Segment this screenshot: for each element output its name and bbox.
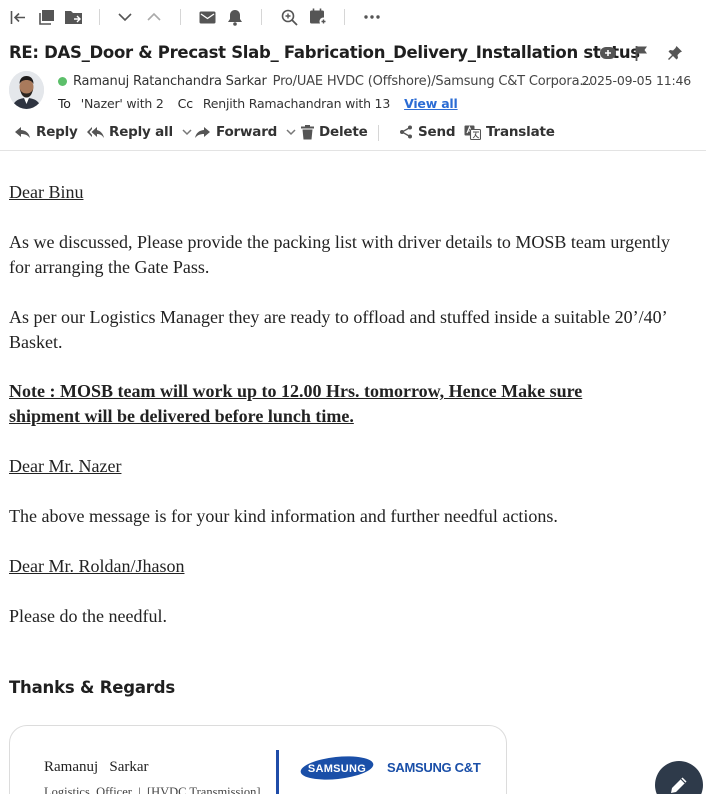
- sender-org: Pro/UAE HVDC (Offshore)/Samsung C&T Corp…: [272, 73, 592, 89]
- toolbar-divider: [344, 9, 345, 25]
- chevron-down-icon[interactable]: [182, 128, 192, 136]
- action-divider: [378, 125, 379, 141]
- body-paragraph: As per our Logistics Manager they are re…: [9, 307, 667, 352]
- email-date: 2025-09-05 11:46: [581, 73, 692, 88]
- send-button[interactable]: Send: [399, 121, 456, 143]
- body-paragraph: Please do the needful.: [9, 606, 167, 626]
- toolbar-divider: [180, 9, 181, 25]
- mail-icon[interactable]: [197, 8, 217, 26]
- recipients-row: To 'Nazer' with 2 Cc Renjith Ramachandra…: [58, 94, 458, 112]
- collapse-left-icon[interactable]: [8, 8, 28, 26]
- translate-icon: [464, 125, 481, 140]
- translate-button[interactable]: Translate: [464, 121, 555, 143]
- pencil-icon: [671, 777, 687, 793]
- reply-all-label: Reply all: [109, 124, 173, 140]
- signoff: Thanks & Regards: [9, 678, 175, 697]
- top-toolbar: [0, 0, 706, 34]
- share-icon: [400, 125, 412, 139]
- sender-name[interactable]: Ramanuj Ratanchandra Sarkar: [73, 74, 267, 89]
- greeting-nazer: Dear Mr. Nazer: [9, 456, 122, 476]
- trash-icon: [301, 124, 314, 139]
- forward-icon: [195, 126, 210, 138]
- translate-label: Translate: [486, 124, 555, 140]
- delete-button[interactable]: Delete: [301, 121, 368, 143]
- zoom-in-icon[interactable]: [279, 7, 299, 27]
- signature-divider: [276, 750, 279, 794]
- forward-label: Forward: [216, 124, 278, 140]
- move-folder-icon[interactable]: [63, 8, 85, 26]
- add-circle-icon[interactable]: [597, 43, 619, 63]
- to-label: To: [58, 95, 71, 111]
- samsung-logo-text: SAMSUNG: [308, 763, 366, 775]
- reply-all-button[interactable]: Reply all: [87, 121, 192, 143]
- cc-recipients[interactable]: Renjith Ramachandran with 13: [203, 96, 390, 111]
- toolbar-divider: [99, 9, 100, 25]
- chevron-down-icon[interactable]: [116, 8, 134, 26]
- samsung-logo: SAMSUNG: [300, 756, 374, 780]
- body-paragraph: The above message is for your kind infor…: [9, 506, 558, 526]
- delete-label: Delete: [319, 124, 368, 140]
- compose-button[interactable]: [655, 761, 703, 794]
- presence-indicator: [58, 76, 67, 86]
- copy-icon[interactable]: [36, 8, 56, 26]
- reply-button[interactable]: Reply: [14, 121, 78, 143]
- to-recipients[interactable]: 'Nazer' with 2: [81, 96, 164, 111]
- reply-icon: [15, 126, 30, 138]
- view-all-link[interactable]: View all: [404, 96, 458, 111]
- forward-button[interactable]: Forward: [194, 121, 296, 143]
- body-paragraph: As we discussed, Please provide the pack…: [9, 232, 671, 277]
- signature-card: Ramanuj Sarkar Logistics Officer | [HVDC…: [9, 725, 507, 794]
- signature-name: Ramanuj Sarkar: [44, 759, 149, 775]
- greeting-roldan: Dear Mr. Roldan/Jhason: [9, 556, 185, 576]
- avatar[interactable]: [9, 71, 44, 109]
- more-icon[interactable]: [361, 8, 383, 26]
- company-name: SAMSUNG C&T: [387, 760, 481, 775]
- pin-icon[interactable]: [665, 43, 685, 63]
- reply-all-icon: [87, 126, 104, 138]
- sender-row: Ramanuj Ratanchandra Sarkar Pro/UAE HVDC…: [58, 72, 591, 90]
- cc-label: Cc: [177, 95, 193, 111]
- reply-label: Reply: [36, 124, 78, 140]
- email-subject: RE: DAS_Door & Precast Slab_ Fabrication…: [9, 43, 640, 62]
- signature-title: Logistics Officer | [HVDC Transmission]: [44, 785, 261, 794]
- flag-icon[interactable]: [632, 43, 652, 63]
- bell-icon[interactable]: [225, 7, 245, 27]
- header-divider: [0, 150, 706, 151]
- chevron-up-icon[interactable]: [145, 8, 163, 26]
- calendar-add-icon[interactable]: [307, 7, 329, 27]
- note-paragraph: Note : MOSB team will work up to 12.00 H…: [9, 381, 583, 426]
- toolbar-divider: [261, 9, 262, 25]
- greeting-binu: Dear Binu: [9, 182, 84, 202]
- chevron-down-icon[interactable]: [286, 128, 296, 136]
- send-label: Send: [418, 124, 456, 140]
- action-bar: Reply Reply all Forward Delete Send Tran…: [0, 118, 706, 145]
